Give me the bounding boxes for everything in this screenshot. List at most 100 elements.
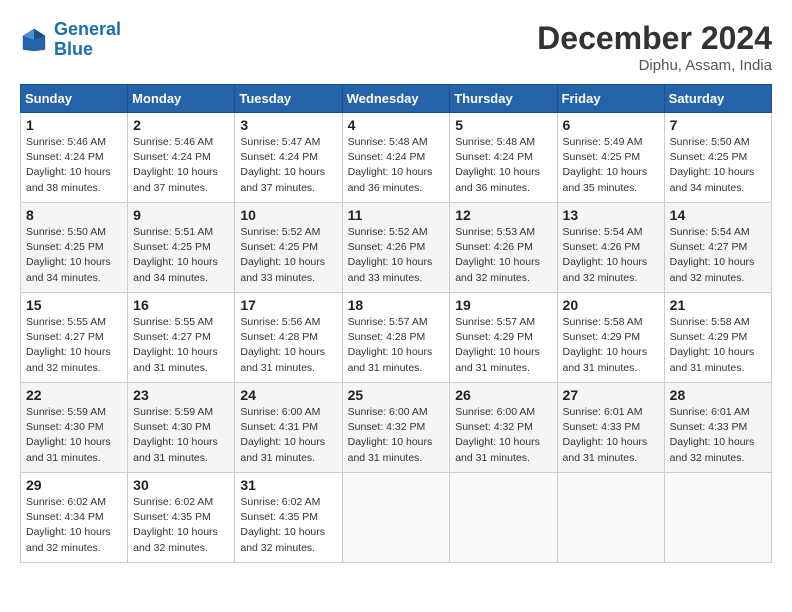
day-info: Sunrise: 5:56 AMSunset: 4:28 PMDaylight:… [240,315,336,376]
logo-icon [20,26,48,54]
day-info: Sunrise: 5:53 AMSunset: 4:26 PMDaylight:… [455,225,551,286]
day-info: Sunrise: 6:01 AMSunset: 4:33 PMDaylight:… [563,405,659,466]
calendar-cell: 11Sunrise: 5:52 AMSunset: 4:26 PMDayligh… [342,203,450,293]
day-info: Sunrise: 5:57 AMSunset: 4:29 PMDaylight:… [455,315,551,376]
day-number: 15 [26,297,122,313]
day-number: 18 [348,297,445,313]
day-number: 29 [26,477,122,493]
calendar-cell: 2Sunrise: 5:46 AMSunset: 4:24 PMDaylight… [128,113,235,203]
calendar-cell: 30 Sunrise: 6:02 AMSunset: 4:35 PMDayligh… [128,473,235,563]
calendar-cell: 31 Sunrise: 6:02 AMSunset: 4:35 PMDayligh… [235,473,342,563]
day-header-thursday: Thursday [450,85,557,113]
day-number: 3 [240,117,336,133]
day-number: 17 [240,297,336,313]
calendar-body: 1 Sunrise: 5:46 AMSunset: 4:24 PMDaylight… [21,113,772,563]
calendar-table: SundayMondayTuesdayWednesdayThursdayFrid… [20,84,772,563]
day-header-tuesday: Tuesday [235,85,342,113]
day-info: Sunrise: 6:02 AMSunset: 4:34 PMDaylight:… [26,495,122,556]
day-header-monday: Monday [128,85,235,113]
calendar-cell: 23 Sunrise: 5:59 AMSunset: 4:30 PMDayligh… [128,383,235,473]
day-number: 12 [455,207,551,223]
day-info: Sunrise: 6:00 AMSunset: 4:31 PMDaylight:… [240,405,336,466]
day-info: Sunrise: 5:59 AMSunset: 4:30 PMDaylight:… [133,405,229,466]
day-info: Sunrise: 6:02 AMSunset: 4:35 PMDaylight:… [240,495,336,556]
day-number: 21 [670,297,766,313]
calendar-cell: 22Sunrise: 5:59 AMSunset: 4:30 PMDayligh… [21,383,128,473]
day-number: 1 [26,117,122,133]
calendar-cell: 18Sunrise: 5:57 AMSunset: 4:28 PMDayligh… [342,293,450,383]
calendar-cell: 4 Sunrise: 5:48 AMSunset: 4:24 PMDaylight… [342,113,450,203]
calendar-cell: 24 Sunrise: 6:00 AMSunset: 4:31 PMDayligh… [235,383,342,473]
calendar-cell: 27Sunrise: 6:01 AMSunset: 4:33 PMDayligh… [557,383,664,473]
calendar-cell [664,473,771,563]
week-row-2: 8 Sunrise: 5:50 AMSunset: 4:25 PMDaylight… [21,203,772,293]
day-number: 23 [133,387,229,403]
calendar-cell: 21 Sunrise: 5:58 AMSunset: 4:29 PMDayligh… [664,293,771,383]
day-info: Sunrise: 6:00 AMSunset: 4:32 PMDaylight:… [455,405,551,466]
day-number: 6 [563,117,659,133]
day-info: Sunrise: 5:54 AMSunset: 4:27 PMDaylight:… [670,225,766,286]
calendar-cell [342,473,450,563]
day-info: Sunrise: 5:55 AMSunset: 4:27 PMDaylight:… [133,315,229,376]
day-info: Sunrise: 5:50 AMSunset: 4:25 PMDaylight:… [26,225,122,286]
logo: General Blue [20,20,121,60]
calendar-cell: 26 Sunrise: 6:00 AMSunset: 4:32 PMDayligh… [450,383,557,473]
logo-text: General Blue [54,20,121,60]
day-number: 20 [563,297,659,313]
day-info: Sunrise: 5:46 AMSunset: 4:24 PMDaylight:… [133,135,229,196]
calendar-cell: 14Sunrise: 5:54 AMSunset: 4:27 PMDayligh… [664,203,771,293]
calendar-cell: 10 Sunrise: 5:52 AMSunset: 4:25 PMDayligh… [235,203,342,293]
day-number: 26 [455,387,551,403]
day-info: Sunrise: 6:02 AMSunset: 4:35 PMDaylight:… [133,495,229,556]
week-row-5: 29 Sunrise: 6:02 AMSunset: 4:34 PMDayligh… [21,473,772,563]
calendar-cell: 12 Sunrise: 5:53 AMSunset: 4:26 PMDayligh… [450,203,557,293]
day-number: 30 [133,477,229,493]
day-info: Sunrise: 5:48 AMSunset: 4:24 PMDaylight:… [455,135,551,196]
calendar-cell: 13Sunrise: 5:54 AMSunset: 4:26 PMDayligh… [557,203,664,293]
day-number: 5 [455,117,551,133]
day-info: Sunrise: 5:49 AMSunset: 4:25 PMDaylight:… [563,135,659,196]
week-row-4: 22Sunrise: 5:59 AMSunset: 4:30 PMDayligh… [21,383,772,473]
calendar-cell [557,473,664,563]
day-info: Sunrise: 5:48 AMSunset: 4:24 PMDaylight:… [348,135,445,196]
calendar-cell: 19 Sunrise: 5:57 AMSunset: 4:29 PMDayligh… [450,293,557,383]
day-number: 13 [563,207,659,223]
day-header-friday: Friday [557,85,664,113]
calendar-cell: 28 Sunrise: 6:01 AMSunset: 4:33 PMDayligh… [664,383,771,473]
day-info: Sunrise: 5:58 AMSunset: 4:29 PMDaylight:… [670,315,766,376]
calendar-cell: 16Sunrise: 5:55 AMSunset: 4:27 PMDayligh… [128,293,235,383]
day-number: 28 [670,387,766,403]
calendar-cell: 17 Sunrise: 5:56 AMSunset: 4:28 PMDayligh… [235,293,342,383]
location: Diphu, Assam, India [537,57,772,74]
calendar-header-row: SundayMondayTuesdayWednesdayThursdayFrid… [21,85,772,113]
day-info: Sunrise: 5:46 AMSunset: 4:24 PMDaylight:… [26,135,122,196]
day-number: 10 [240,207,336,223]
calendar-cell: 25Sunrise: 6:00 AMSunset: 4:32 PMDayligh… [342,383,450,473]
day-number: 7 [670,117,766,133]
day-info: Sunrise: 6:00 AMSunset: 4:32 PMDaylight:… [348,405,445,466]
calendar-cell: 15 Sunrise: 5:55 AMSunset: 4:27 PMDayligh… [21,293,128,383]
day-info: Sunrise: 5:55 AMSunset: 4:27 PMDaylight:… [26,315,122,376]
day-number: 9 [133,207,229,223]
calendar-cell: 5 Sunrise: 5:48 AMSunset: 4:24 PMDaylight… [450,113,557,203]
calendar-cell: 8 Sunrise: 5:50 AMSunset: 4:25 PMDaylight… [21,203,128,293]
day-info: Sunrise: 6:01 AMSunset: 4:33 PMDaylight:… [670,405,766,466]
day-number: 31 [240,477,336,493]
month-title: December 2024 [537,20,772,57]
day-number: 8 [26,207,122,223]
day-info: Sunrise: 5:52 AMSunset: 4:25 PMDaylight:… [240,225,336,286]
day-number: 4 [348,117,445,133]
day-number: 11 [348,207,445,223]
day-number: 19 [455,297,551,313]
week-row-1: 1 Sunrise: 5:46 AMSunset: 4:24 PMDaylight… [21,113,772,203]
calendar-cell: 20 Sunrise: 5:58 AMSunset: 4:29 PMDayligh… [557,293,664,383]
day-info: Sunrise: 5:59 AMSunset: 4:30 PMDaylight:… [26,405,122,466]
calendar-cell: 7Sunrise: 5:50 AMSunset: 4:25 PMDaylight… [664,113,771,203]
day-info: Sunrise: 5:58 AMSunset: 4:29 PMDaylight:… [563,315,659,376]
calendar-cell [450,473,557,563]
day-info: Sunrise: 5:47 AMSunset: 4:24 PMDaylight:… [240,135,336,196]
title-block: December 2024 Diphu, Assam, India [537,20,772,74]
day-number: 24 [240,387,336,403]
day-header-saturday: Saturday [664,85,771,113]
page-header: General Blue December 2024 Diphu, Assam,… [20,20,772,74]
